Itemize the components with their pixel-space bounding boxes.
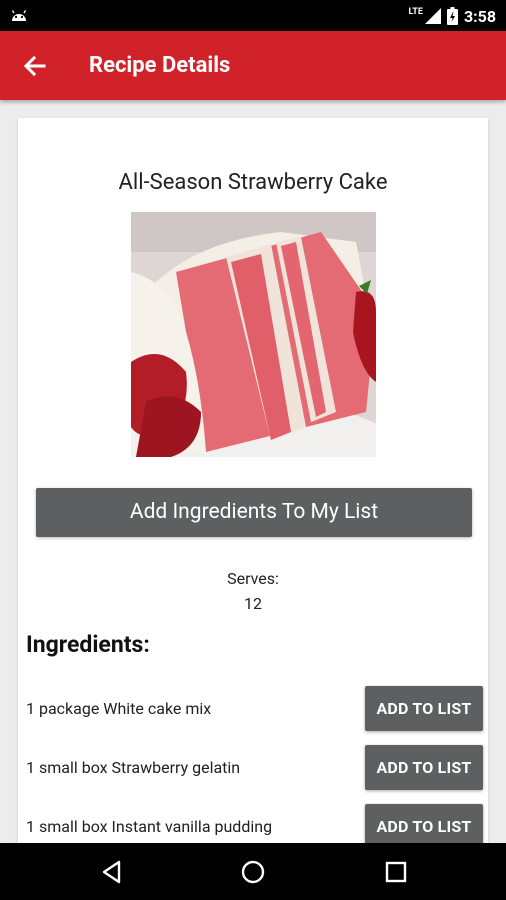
signal-icon bbox=[424, 8, 441, 24]
clock: 3:58 bbox=[463, 6, 496, 26]
ingredient-text: 1 package White cake mix bbox=[26, 699, 212, 718]
recipe-photo bbox=[131, 212, 376, 457]
system-nav-bar bbox=[0, 843, 506, 900]
back-arrow-icon[interactable] bbox=[18, 49, 52, 83]
page-title: Recipe Details bbox=[89, 53, 231, 78]
nav-recents-icon[interactable] bbox=[381, 857, 411, 887]
network-type-label: LTE bbox=[408, 7, 423, 17]
add-to-list-button[interactable]: ADD TO LIST bbox=[365, 686, 483, 731]
nav-back-icon[interactable] bbox=[97, 857, 127, 887]
serves-label: Serves: bbox=[227, 569, 279, 588]
recipe-title: All-Season Strawberry Cake bbox=[118, 170, 388, 195]
ingredient-row: 1 package White cake mix ADD TO LIST bbox=[18, 685, 488, 733]
battery-icon bbox=[446, 7, 458, 25]
ingredient-text: 1 small box Strawberry gelatin bbox=[26, 758, 241, 777]
nav-home-icon[interactable] bbox=[238, 857, 268, 887]
serves-value: 12 bbox=[244, 594, 262, 613]
app-bar: Recipe Details bbox=[0, 31, 506, 100]
ingredient-row: 1 small box Strawberry gelatin ADD TO LI… bbox=[18, 744, 488, 792]
status-bar: LTE 3:58 bbox=[0, 0, 506, 31]
add-ingredients-to-list-button[interactable]: Add Ingredients To My List bbox=[36, 488, 472, 537]
android-notification-icon bbox=[11, 10, 27, 21]
ingredients-heading: Ingredients: bbox=[26, 631, 150, 658]
add-to-list-button[interactable]: ADD TO LIST bbox=[365, 745, 483, 790]
